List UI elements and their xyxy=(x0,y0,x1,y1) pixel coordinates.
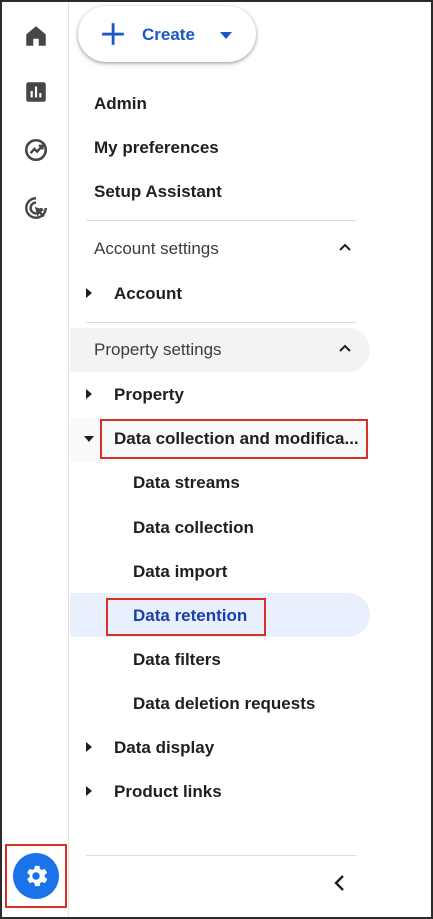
chevron-up-icon xyxy=(339,344,351,352)
annotation-highlight-box xyxy=(106,598,266,636)
menu-item-setup-assistant[interactable]: Setup Assistant xyxy=(94,182,222,202)
expand-arrow-icon[interactable] xyxy=(86,288,92,298)
nav-subitem-data-deletion-requests[interactable]: Data deletion requests xyxy=(133,694,315,714)
gear-icon xyxy=(27,865,48,887)
caret-down-icon[interactable] xyxy=(220,32,232,39)
section-label: Property settings xyxy=(94,340,222,359)
nav-item-property[interactable]: Property xyxy=(114,385,184,405)
create-button[interactable]: Create xyxy=(78,6,256,62)
admin-nav-panel: Create Admin My preferences Setup Assist… xyxy=(70,2,431,917)
section-account-settings[interactable]: Account settings xyxy=(70,227,370,271)
advertising-icon xyxy=(25,197,47,219)
section-property-settings[interactable]: Property settings xyxy=(70,328,370,372)
create-label: Create xyxy=(142,25,195,44)
reports-button[interactable] xyxy=(16,72,56,112)
admin-settings-circle xyxy=(13,853,59,899)
left-rail xyxy=(2,2,69,917)
divider xyxy=(86,855,356,856)
explore-button[interactable] xyxy=(16,130,56,170)
expand-arrow-icon[interactable] xyxy=(86,389,92,399)
chevron-up-icon xyxy=(339,243,351,251)
menu-item-my-preferences[interactable]: My preferences xyxy=(94,138,219,158)
menu-item-admin[interactable]: Admin xyxy=(94,94,147,114)
nav-item-data-display[interactable]: Data display xyxy=(114,738,214,758)
home-button[interactable] xyxy=(16,16,56,56)
expand-arrow-icon[interactable] xyxy=(86,786,92,796)
nav-item-product-links[interactable]: Product links xyxy=(114,782,222,802)
home-icon xyxy=(26,26,46,46)
collapse-arrow-icon[interactable] xyxy=(84,436,94,442)
annotation-highlight-box xyxy=(100,419,368,459)
nav-subitem-data-filters[interactable]: Data filters xyxy=(133,650,221,670)
plus-icon xyxy=(102,23,124,45)
nav-subitem-data-import[interactable]: Data import xyxy=(133,562,227,582)
reports-icon xyxy=(26,82,46,102)
expand-arrow-icon[interactable] xyxy=(86,742,92,752)
explore-icon xyxy=(24,138,48,162)
divider xyxy=(86,220,356,221)
nav-subitem-data-streams[interactable]: Data streams xyxy=(133,473,240,493)
section-label: Account settings xyxy=(94,239,219,258)
nav-item-account[interactable]: Account xyxy=(114,284,182,304)
collapse-panel-chevron-left-icon[interactable] xyxy=(332,874,348,892)
divider xyxy=(86,322,356,323)
nav-subitem-data-collection[interactable]: Data collection xyxy=(133,518,254,538)
admin-settings-button[interactable] xyxy=(5,844,67,908)
advertising-button[interactable] xyxy=(16,188,56,228)
